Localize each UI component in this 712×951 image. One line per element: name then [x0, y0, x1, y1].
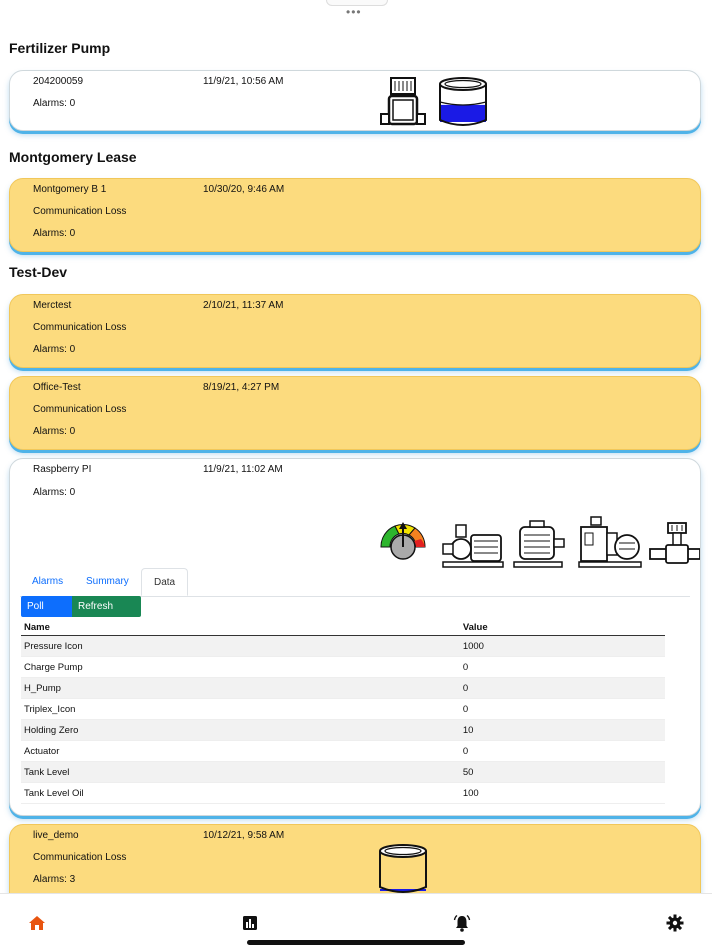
device-alarms: Alarms: 0 [33, 98, 76, 109]
device-status: Communication Loss [33, 852, 127, 863]
device-name: Montgomery B 1 [33, 184, 107, 195]
row-name: Tank Level [21, 761, 460, 783]
group-title-test-dev: Test-Dev [9, 264, 68, 280]
device-status: Communication Loss [33, 404, 127, 415]
device-card-montgomery-b1[interactable]: Montgomery B 1 10/30/20, 9:46 AM Communi… [9, 178, 701, 252]
pressure-gauge-icon [377, 517, 429, 566]
column-header-value: Value [459, 619, 665, 636]
device-timestamp: 11/9/21, 10:56 AM [203, 76, 284, 87]
table-row: Triplex_Icon 0 [21, 698, 665, 720]
device-name: Merctest [33, 300, 72, 311]
row-value: 10 [459, 719, 665, 741]
chart-icon[interactable] [239, 912, 261, 934]
table-row: Pressure Icon 1000 [21, 635, 665, 657]
tab-summary[interactable]: Summary [74, 568, 141, 596]
tab-alarms[interactable]: Alarms [20, 568, 75, 596]
more-dots-icon[interactable]: ••• [346, 5, 362, 19]
poll-data-button[interactable]: Poll Data [21, 596, 72, 633]
table-row: H_Pump 0 [21, 677, 665, 699]
row-name: Holding Zero [21, 719, 460, 741]
device-alarms: Alarms: 0 [33, 228, 76, 239]
h-pump-icon [510, 519, 568, 574]
tab-data[interactable]: Data [141, 568, 189, 596]
charge-pump-icon [441, 519, 505, 574]
row-name: Triplex_Icon [21, 698, 460, 720]
row-name: H_Pump [21, 677, 460, 699]
device-timestamp: 10/30/20, 9:46 AM [203, 184, 285, 195]
row-value: 0 [459, 656, 665, 678]
row-value: 1000 [459, 635, 665, 657]
alarm-bell-icon[interactable] [451, 912, 473, 934]
device-alarms: Alarms: 0 [33, 487, 76, 498]
device-name: live_demo [33, 830, 79, 841]
device-alarms: Alarms: 0 [33, 426, 76, 437]
device-name: 204200059 [33, 76, 84, 87]
row-name: Pressure Icon [21, 635, 460, 657]
device-card-204200059[interactable]: 204200059 11/9/21, 10:56 AM Alarms: 0 [9, 70, 701, 131]
data-table: Name Value Pressure Icon 1000 Charge Pump 0… [21, 619, 665, 804]
group-title-fertilizer-pump: Fertilizer Pump [9, 40, 111, 56]
table-row: Actuator 0 [21, 740, 665, 762]
actuator-icon [648, 521, 701, 574]
row-name: Actuator [21, 740, 460, 762]
row-name: Tank Level Oil [21, 782, 460, 804]
table-row: Tank Level Oil 100 [21, 782, 665, 804]
row-value: 0 [459, 740, 665, 762]
row-value: 100 [459, 782, 665, 804]
tank-icon [437, 76, 489, 133]
table-row: Tank Level 50 [21, 761, 665, 783]
home-icon[interactable] [26, 912, 48, 934]
device-name: Raspberry PI [33, 464, 92, 475]
device-timestamp: 2/10/21, 11:37 AM [203, 300, 284, 311]
group-title-montgomery-lease: Montgomery Lease [9, 149, 137, 165]
gear-icon[interactable] [664, 912, 686, 934]
device-status: Communication Loss [33, 322, 127, 333]
column-header-name: Name [21, 619, 460, 636]
device-card-raspberry-pi[interactable]: Raspberry PI 11/9/21, 11:02 AM Alarms: 0 [9, 458, 701, 816]
row-value: 50 [459, 761, 665, 783]
row-name: Charge Pump [21, 656, 460, 678]
device-card-office-test[interactable]: Office-Test 8/19/21, 4:27 PM Communicati… [9, 376, 701, 450]
device-name: Office-Test [33, 382, 81, 393]
row-value: 0 [459, 698, 665, 720]
device-tabs: Alarms Summary Data [20, 568, 690, 597]
device-timestamp: 8/19/21, 4:27 PM [203, 382, 280, 393]
refresh-data-button[interactable]: Refresh Data [72, 596, 141, 633]
device-timestamp: 10/12/21, 9:58 AM [203, 830, 285, 841]
table-row: Holding Zero 10 [21, 719, 665, 741]
device-card-merctest[interactable]: Merctest 2/10/21, 11:37 AM Communication… [9, 294, 701, 368]
device-alarms: Alarms: 3 [33, 874, 76, 885]
triplex-pump-icon [577, 515, 643, 574]
device-alarms: Alarms: 0 [33, 344, 76, 355]
pump-icon [380, 76, 426, 133]
home-indicator [247, 940, 465, 945]
device-status: Communication Loss [33, 206, 127, 217]
device-timestamp: 11/9/21, 11:02 AM [203, 464, 283, 475]
table-row: Charge Pump 0 [21, 656, 665, 678]
row-value: 0 [459, 677, 665, 699]
